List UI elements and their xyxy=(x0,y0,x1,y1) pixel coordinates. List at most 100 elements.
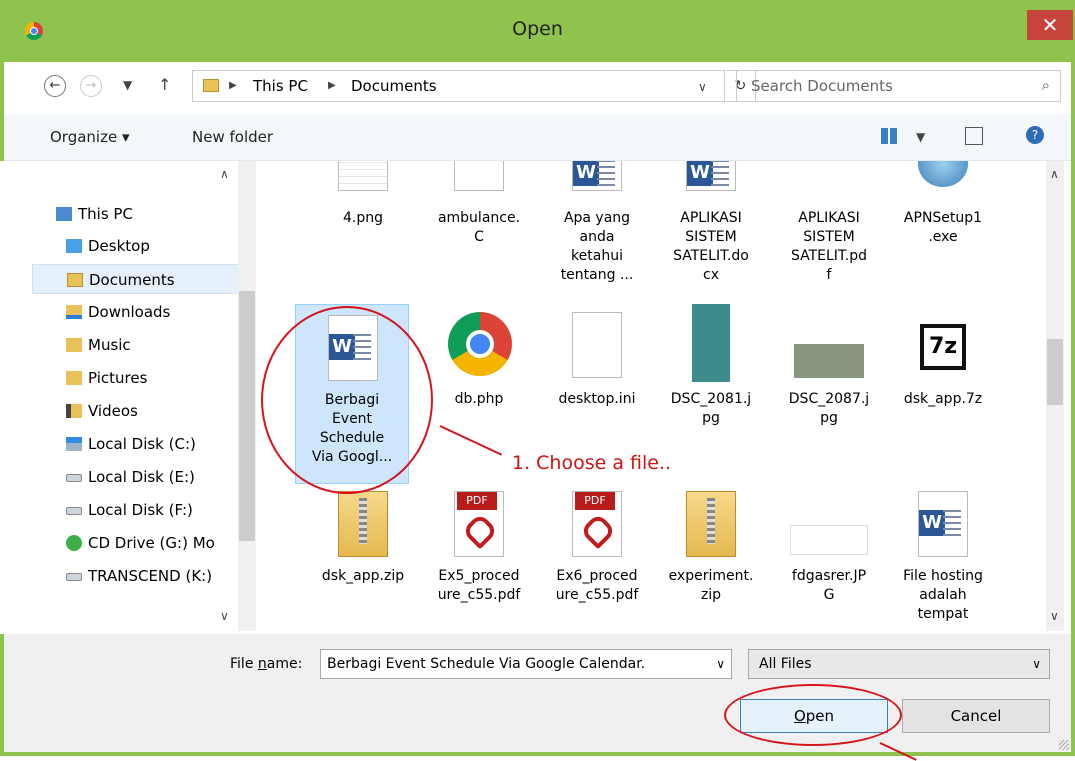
installer-icon xyxy=(918,161,968,187)
nav-item-cd-drive-g[interactable]: CD Drive (G:) Mo xyxy=(66,528,266,558)
organize-menu[interactable]: Organize ▾ xyxy=(50,128,130,146)
filetype-select[interactable]: All Files ∨ xyxy=(748,649,1050,679)
window-title: Open xyxy=(512,18,563,40)
file-item[interactable]: 4.png xyxy=(314,161,412,301)
search-placeholder: Search Documents xyxy=(751,77,893,95)
resize-grip-icon[interactable] xyxy=(1059,740,1069,750)
drive-icon xyxy=(66,573,82,581)
filetype-dropdown-icon[interactable]: ∨ xyxy=(1032,650,1041,678)
downloads-folder-icon xyxy=(66,305,82,319)
file-item[interactable]: W APLIKASI SISTEM SATELIT.do cx xyxy=(662,161,760,301)
command-toolbar: Organize ▾ New folder ▼ ? xyxy=(4,114,1071,161)
file-item[interactable]: experiment. zip xyxy=(662,491,760,634)
pdf-file-icon: PDF xyxy=(454,491,504,557)
file-item[interactable]: dsk_app.zip xyxy=(314,491,412,634)
desktop-folder-icon xyxy=(66,239,82,253)
pdf-file-icon: PDF xyxy=(572,491,622,557)
new-folder-button[interactable]: New folder xyxy=(192,128,273,146)
window-frame: Open ✕ ← → ▼ ↑ ▶ This PC ▶ Documents ∨ ↻… xyxy=(0,0,1075,761)
nav-item-downloads[interactable]: Downloads xyxy=(66,297,266,327)
file-item[interactable]: W Apa yang anda ketahui tentang ... xyxy=(548,161,646,301)
breadcrumb-this-pc[interactable]: This PC xyxy=(253,77,308,95)
settings-file-icon xyxy=(572,312,622,378)
filename-dropdown-icon[interactable]: ∨ xyxy=(716,650,725,678)
file-item[interactable]: APLIKASI SISTEM SATELIT.pd f xyxy=(780,161,878,301)
nav-scroll-down-icon[interactable]: ∨ xyxy=(220,609,229,623)
preview-pane-icon[interactable] xyxy=(965,127,983,145)
address-row: ← → ▼ ↑ ▶ This PC ▶ Documents ∨ ↻ Search… xyxy=(4,62,1071,114)
file-item[interactable]: fdgasrer.JP G xyxy=(780,491,878,634)
computer-icon xyxy=(56,207,72,221)
image-thumbnail xyxy=(790,525,868,555)
file-item[interactable]: PDF Ex6_proced ure_c55.pdf xyxy=(548,491,646,634)
back-button[interactable]: ← xyxy=(44,75,66,97)
filename-label: File name: xyxy=(230,656,303,672)
nav-scrollbar-thumb[interactable] xyxy=(239,291,255,541)
file-item[interactable]: 7z dsk_app.7z xyxy=(894,304,992,484)
pictures-folder-icon xyxy=(66,371,82,385)
breadcrumb-documents[interactable]: Documents xyxy=(351,77,437,95)
nav-item-transcend-k[interactable]: TRANSCEND (K:) xyxy=(66,561,266,591)
title-bar[interactable]: Open ✕ xyxy=(0,0,1075,62)
windows-drive-icon xyxy=(66,437,82,451)
nav-item-documents[interactable]: Documents xyxy=(32,264,242,294)
zip-folder-icon xyxy=(686,491,736,557)
annotation-circle-open xyxy=(724,684,902,746)
nav-scroll-up-icon[interactable]: ∧ xyxy=(220,167,229,181)
navigation-pane: ∧ This PC Desktop Documents Downloads Mu… xyxy=(0,161,258,634)
image-file-icon xyxy=(338,161,388,191)
filetype-value: All Files xyxy=(759,656,812,672)
nav-item-music[interactable]: Music xyxy=(66,330,266,360)
zip-folder-icon xyxy=(338,491,388,557)
filename-input[interactable]: Berbagi Event Schedule Via Google Calend… xyxy=(320,649,732,679)
breadcrumb-separator-icon: ▶ xyxy=(229,80,237,91)
search-icon[interactable]: ⌕ xyxy=(1042,76,1050,94)
documents-folder-icon xyxy=(67,273,83,287)
change-view-icon[interactable] xyxy=(881,128,897,144)
nav-item-local-disk-f[interactable]: Local Disk (F:) xyxy=(66,495,266,525)
chrome-file-icon xyxy=(448,312,512,376)
nav-item-local-disk-c[interactable]: Local Disk (C:) xyxy=(66,429,266,459)
address-bar[interactable]: ▶ This PC ▶ Documents ∨ xyxy=(192,70,725,102)
nav-item-this-pc[interactable]: This PC xyxy=(56,199,256,229)
drive-icon xyxy=(66,507,82,515)
drive-icon xyxy=(66,474,82,482)
documents-folder-icon xyxy=(203,79,219,92)
nav-scrollbar[interactable] xyxy=(238,161,256,631)
word-doc-icon: W xyxy=(918,491,968,557)
7zip-archive-icon: 7z xyxy=(920,324,966,370)
bottom-bar: File name: Berbagi Event Schedule Via Go… xyxy=(4,634,1071,752)
photo-thumbnail xyxy=(794,344,864,378)
word-doc-icon: W xyxy=(572,161,622,191)
annotation-circle-file xyxy=(261,306,433,494)
cd-drive-icon xyxy=(66,535,82,551)
file-item[interactable]: W File hosting adalah tempat xyxy=(894,491,992,634)
nav-item-local-disk-e[interactable]: Local Disk (E:) xyxy=(66,462,266,492)
forward-button[interactable]: → xyxy=(80,75,102,97)
file-item[interactable]: APNSetup1 .exe xyxy=(894,161,992,301)
blank-file-icon xyxy=(454,161,504,191)
cancel-button[interactable]: Cancel xyxy=(902,699,1050,733)
recent-locations-chevron-icon[interactable]: ▼ xyxy=(123,78,132,92)
photo-thumbnail xyxy=(692,304,730,382)
file-item[interactable]: PDF Ex5_proced ure_c55.pdf xyxy=(430,491,528,634)
view-options-chevron-icon[interactable]: ▼ xyxy=(916,130,925,144)
nav-item-pictures[interactable]: Pictures xyxy=(66,363,266,393)
nav-item-videos[interactable]: Videos xyxy=(66,396,266,426)
word-doc-icon: W xyxy=(686,161,736,191)
file-list-scrollbar-thumb[interactable] xyxy=(1047,339,1063,405)
address-dropdown-icon[interactable]: ∨ xyxy=(698,80,707,94)
help-icon[interactable]: ? xyxy=(1026,126,1044,144)
scroll-down-icon[interactable]: ∨ xyxy=(1050,609,1059,623)
file-list-scrollbar[interactable]: ∧ ∨ xyxy=(1046,161,1064,631)
file-item[interactable]: ambulance. C xyxy=(430,161,528,301)
file-item[interactable]: DSC_2081.j pg xyxy=(662,304,760,484)
search-input[interactable]: Search Documents ⌕ xyxy=(736,70,1061,102)
close-button[interactable]: ✕ xyxy=(1027,10,1073,40)
annotation-text: 1. Choose a file.. xyxy=(512,452,672,474)
nav-item-desktop[interactable]: Desktop xyxy=(66,231,266,261)
scroll-up-icon[interactable]: ∧ xyxy=(1050,167,1059,181)
breadcrumb-separator-icon: ▶ xyxy=(328,80,336,91)
file-item[interactable]: DSC_2087.j pg xyxy=(780,304,878,484)
up-arrow-icon[interactable]: ↑ xyxy=(158,75,171,94)
